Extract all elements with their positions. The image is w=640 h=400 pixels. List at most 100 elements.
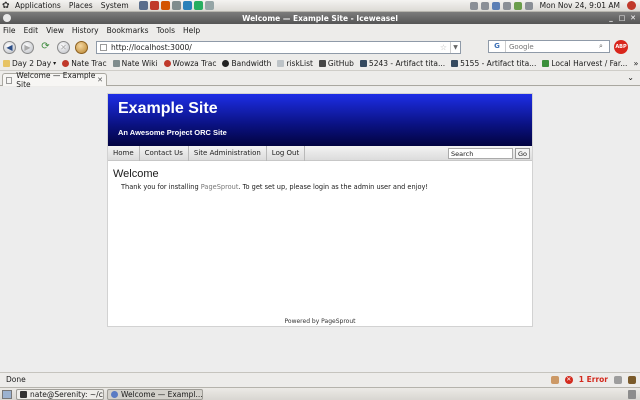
menu-history[interactable]: History xyxy=(72,26,99,35)
menu-view[interactable]: View xyxy=(46,26,64,35)
panel-launchers xyxy=(138,1,214,10)
bookmark-day2day[interactable]: Day 2 Day ▾ xyxy=(3,59,56,68)
taskbar-item-iceweasel[interactable]: Welcome — Exampl... xyxy=(107,388,203,400)
page-favicon-icon xyxy=(100,43,107,51)
adblock-icon[interactable]: ABP xyxy=(614,40,628,54)
error-count[interactable]: 1 Error xyxy=(579,375,608,384)
stop-button[interactable]: ✕ xyxy=(57,40,70,54)
firebug-icon[interactable] xyxy=(628,375,636,384)
bookmarks-toolbar: Day 2 Day ▾ Nate Trac Nate Wiki Wowza Tr… xyxy=(0,57,640,71)
nav-contact-us[interactable]: Contact Us xyxy=(140,145,189,161)
github-icon xyxy=(318,60,326,67)
power-icon[interactable] xyxy=(627,1,636,10)
bookmark-artifact-5155[interactable]: 5155 - Artifact tita... xyxy=(451,59,536,68)
tab-strip: Welcome — Example Site ✕ ⌄ xyxy=(0,71,640,89)
harvest-icon xyxy=(542,60,550,67)
url-dropdown-icon[interactable]: ▼ xyxy=(450,41,460,53)
bookmark-github[interactable]: GitHub xyxy=(318,59,354,68)
tray-network-icon[interactable] xyxy=(491,1,500,10)
bookmark-bandwidth[interactable]: Bandwidth xyxy=(222,59,271,68)
tab-welcome[interactable]: Welcome — Example Site ✕ xyxy=(2,71,107,89)
taskbar-item-terminal[interactable]: nate@Serenity: ~/c... xyxy=(16,388,104,400)
bookmark-label: GitHub xyxy=(327,59,354,68)
status-addon-icon[interactable] xyxy=(614,375,622,384)
reload-icon[interactable]: ⟳ xyxy=(39,41,52,54)
search-engine-icon[interactable]: G xyxy=(489,41,506,52)
url-bar[interactable]: http://localhost:3000/ ☆ ▼ xyxy=(96,40,461,54)
forward-button[interactable]: ▶ xyxy=(21,40,34,54)
status-bar: Done ✕ 1 Error xyxy=(0,372,640,386)
search-input[interactable] xyxy=(506,42,599,51)
powered-by-footer: Powered by PageSprout xyxy=(284,318,356,325)
search-icon[interactable]: ⌕ xyxy=(599,42,609,51)
bottom-panel: nate@Serenity: ~/c... Welcome — Exampl..… xyxy=(0,387,640,400)
tray-app-icon[interactable] xyxy=(469,1,478,10)
bookmarks-overflow-icon[interactable]: » xyxy=(633,59,638,68)
tray-battery-icon[interactable] xyxy=(513,1,522,10)
menu-tools[interactable]: Tools xyxy=(157,26,175,35)
bookmark-nate-trac[interactable]: Nate Trac xyxy=(62,59,107,68)
site-tagline: An Awesome Project ORC Site xyxy=(118,128,227,137)
bookmark-star-icon[interactable]: ☆ xyxy=(440,43,447,52)
network-launcher-icon[interactable] xyxy=(193,1,203,10)
status-indicators: ✕ 1 Error xyxy=(550,375,636,384)
status-text: Done xyxy=(6,375,26,384)
window-menu-icon[interactable] xyxy=(3,14,11,22)
taskbar-label: nate@Serenity: ~/c... xyxy=(30,389,104,399)
applications-menu[interactable]: Applications xyxy=(15,1,61,10)
nav-log-out[interactable]: Log Out xyxy=(267,145,306,161)
system-menu[interactable]: System xyxy=(101,1,129,10)
gnome-foot-icon[interactable]: ✿ xyxy=(2,1,12,11)
bookmark-local-harvest[interactable]: Local Harvest / Far... xyxy=(542,59,627,68)
trash-icon[interactable] xyxy=(628,389,636,399)
maximize-icon[interactable]: □ xyxy=(618,14,626,22)
trac-icon xyxy=(62,60,70,67)
back-button[interactable]: ◀ xyxy=(3,40,16,54)
bandwidth-icon xyxy=(222,60,230,67)
nav-site-administration[interactable]: Site Administration xyxy=(189,145,267,161)
browser-launcher-icon[interactable] xyxy=(160,1,170,10)
menu-help[interactable]: Help xyxy=(183,26,200,35)
tray-app-icon[interactable] xyxy=(480,1,489,10)
menu-file[interactable]: File xyxy=(3,26,16,35)
url-text[interactable]: http://localhost:3000/ xyxy=(111,43,192,52)
menu-edit[interactable]: Edit xyxy=(24,26,39,35)
show-desktop-icon[interactable] xyxy=(2,389,12,399)
menubar: File Edit View History Bookmarks Tools H… xyxy=(0,24,640,36)
bookmark-wowza-trac[interactable]: Wowza Trac xyxy=(163,59,216,68)
im-launcher-icon[interactable] xyxy=(182,1,192,10)
tray-volume-icon[interactable] xyxy=(502,1,511,10)
browser-content: Example Site An Awesome Project ORC Site… xyxy=(0,87,640,372)
files-launcher-icon[interactable] xyxy=(204,1,214,10)
panel-clock[interactable]: Mon Nov 24, 9:01 AM xyxy=(540,1,620,10)
bookmark-label: riskList xyxy=(286,59,313,68)
close-icon[interactable]: ✕ xyxy=(629,14,637,22)
chevron-down-icon: ▾ xyxy=(53,60,57,67)
search-box[interactable]: G ⌕ xyxy=(488,40,610,53)
web-page: Example Site An Awesome Project ORC Site… xyxy=(107,93,533,327)
page-heading: Welcome xyxy=(113,168,159,180)
terminal-launcher-icon[interactable] xyxy=(138,1,148,10)
site-title: Example Site xyxy=(118,100,218,117)
places-menu[interactable]: Places xyxy=(69,1,93,10)
error-icon[interactable]: ✕ xyxy=(564,375,573,384)
tray-mail-icon[interactable] xyxy=(524,1,533,10)
site-go-button[interactable]: Go xyxy=(515,148,530,159)
bookmark-artifact-5243[interactable]: 5243 - Artifact tita... xyxy=(359,59,445,68)
bookmark-label: Nate Wiki xyxy=(121,59,158,68)
editor-launcher-icon[interactable] xyxy=(171,1,181,10)
minimize-icon[interactable]: _ xyxy=(607,14,615,22)
home-button[interactable] xyxy=(75,40,88,54)
mail-launcher-icon[interactable] xyxy=(149,1,159,10)
intro-text-end: . To get set up, please login as the adm… xyxy=(238,183,429,191)
bookmark-nate-wiki[interactable]: Nate Wiki xyxy=(112,59,158,68)
window-titlebar[interactable]: Welcome — Example Site - Iceweasel _ □ ✕ xyxy=(0,12,640,24)
menu-bookmarks[interactable]: Bookmarks xyxy=(107,26,149,35)
bookmark-risklist[interactable]: riskList xyxy=(277,59,313,68)
site-search-input[interactable]: Search xyxy=(448,148,513,159)
pagesprout-link[interactable]: PageSprout xyxy=(201,183,239,191)
tab-close-icon[interactable]: ✕ xyxy=(97,76,103,84)
nav-home[interactable]: Home xyxy=(108,145,140,161)
list-all-tabs-icon[interactable]: ⌄ xyxy=(627,73,634,82)
addon-status-icon[interactable] xyxy=(550,375,559,384)
